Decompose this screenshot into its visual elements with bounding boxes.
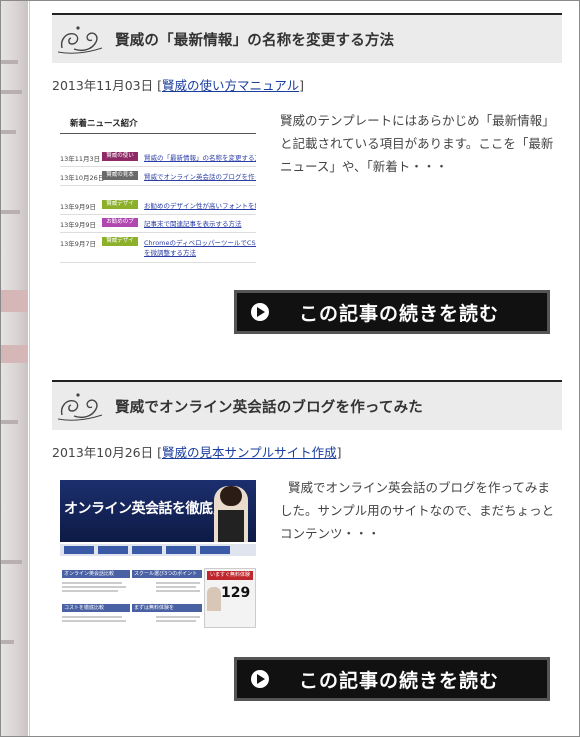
screenshot-frame	[0, 0, 580, 737]
